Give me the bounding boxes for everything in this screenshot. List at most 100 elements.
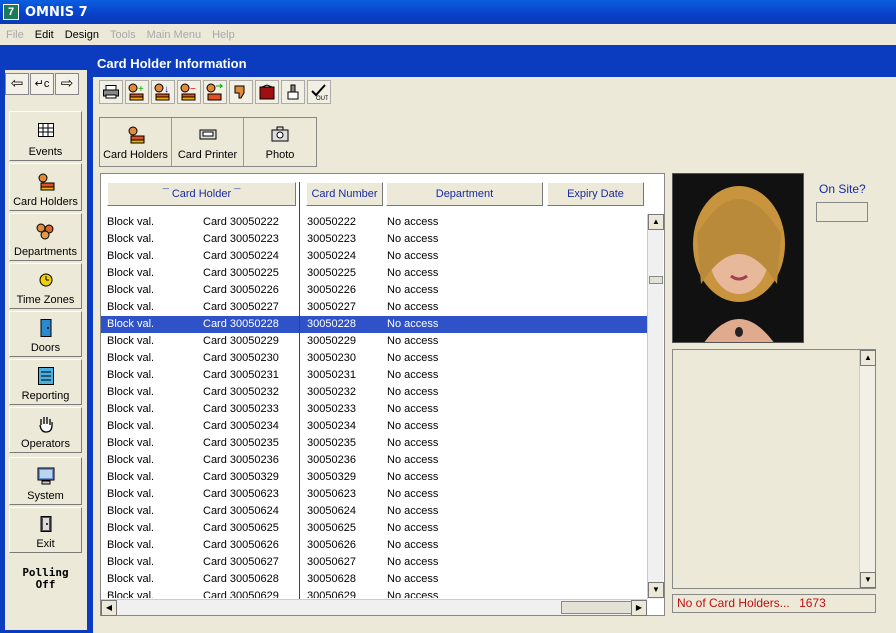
- table-row[interactable]: Block val. Card 30050223 30050223 No access: [101, 231, 649, 248]
- column-header-card-number[interactable]: Card Number: [306, 182, 383, 206]
- scroll-right-icon[interactable]: ▶: [631, 600, 647, 616]
- scroll-up-icon[interactable]: ▲: [648, 214, 664, 230]
- list-rows: Block val. Card 30050222 30050222 No access…: [101, 214, 649, 598]
- print-icon[interactable]: [99, 80, 123, 104]
- nav-button-doors[interactable]: Doors: [9, 311, 82, 357]
- h-scroll-thumb[interactable]: [561, 601, 633, 614]
- cell-holder: Card 30050229: [203, 335, 279, 347]
- vertical-scrollbar[interactable]: ▲ ▼: [647, 214, 664, 599]
- table-row[interactable]: Block val. Card 30050222 30050222 No access: [101, 214, 649, 231]
- nav-button-events[interactable]: Events: [9, 111, 82, 161]
- table-row[interactable]: Block val. Card 30050624 30050624 No access: [101, 503, 649, 520]
- cell-dept: No access: [387, 335, 439, 347]
- svg-text:+: +: [138, 84, 144, 95]
- cell-holder: Card 30050233: [203, 403, 279, 415]
- forward-arrow-icon[interactable]: ⇨: [55, 73, 79, 95]
- cell-holder: Card 30050623: [203, 488, 279, 500]
- nav-button-exit[interactable]: Exit: [9, 507, 82, 553]
- table-row[interactable]: Block val. Card 30050623 30050623 No access: [101, 486, 649, 503]
- notes-scroll-up-icon[interactable]: ▲: [860, 350, 876, 366]
- back-arrow-icon[interactable]: ⇦: [5, 73, 29, 95]
- tab-label-card-printer: Card Printer: [177, 149, 238, 161]
- table-row[interactable]: Block val. Card 30050224 30050224 No access: [101, 248, 649, 265]
- notes-scrollbar[interactable]: ▲ ▼: [859, 350, 876, 588]
- menu-edit[interactable]: Edit: [35, 29, 54, 41]
- tab-card-holders[interactable]: Card Holders: [100, 118, 172, 166]
- scroll-thumb[interactable]: [649, 276, 663, 284]
- transfer-card-icon[interactable]: [203, 80, 227, 104]
- brush-icon[interactable]: [281, 80, 305, 104]
- notes-area[interactable]: ▲ ▼: [672, 349, 876, 589]
- table-row[interactable]: Block val. Card 30050234 30050234 No access: [101, 418, 649, 435]
- tab-card-printer[interactable]: Card Printer: [172, 118, 244, 166]
- cell-dept: No access: [387, 386, 439, 398]
- cell-status: Block val.: [107, 216, 155, 228]
- card-holder-icon: [100, 126, 171, 147]
- cell-status: Block val.: [107, 471, 155, 483]
- card-holder-list: ¯ Card Holder ¯ Card Number Department E…: [100, 173, 665, 616]
- table-row[interactable]: Block val. Card 30050229 30050229 No access: [101, 333, 649, 350]
- nav-button-time-zones[interactable]: Time Zones: [9, 263, 82, 309]
- column-header-card-holder[interactable]: ¯ Card Holder ¯: [107, 182, 296, 206]
- menu-file[interactable]: File: [6, 29, 24, 41]
- menu-tools[interactable]: Tools: [110, 29, 136, 41]
- cell-dept: No access: [387, 284, 439, 296]
- nav-label-system: System: [27, 490, 64, 502]
- column-header-department[interactable]: Department: [386, 182, 543, 206]
- table-row[interactable]: Block val. Card 30050235 30050235 No access: [101, 435, 649, 452]
- table-row[interactable]: Block val. Card 30050329 30050329 No access: [101, 469, 649, 486]
- cell-holder: Card 30050627: [203, 556, 279, 568]
- add-card-icon[interactable]: +: [125, 80, 149, 104]
- nav-button-system[interactable]: System: [9, 457, 82, 505]
- cell-status: Block val.: [107, 352, 155, 364]
- table-row[interactable]: Block val. Card 30050226 30050226 No access: [101, 282, 649, 299]
- horizontal-scrollbar[interactable]: ◀ ▶: [101, 599, 647, 616]
- navigation-panel: ⇦ ↵c ⇨ Events Card Holders Departments T…: [0, 45, 90, 633]
- table-row[interactable]: Block val. Card 30050625 30050625 No access: [101, 520, 649, 537]
- table-row[interactable]: Block val. Card 30050236 30050236 No access: [101, 452, 649, 469]
- card-holder-icon: [10, 170, 81, 194]
- camera-icon: [244, 126, 316, 145]
- table-row[interactable]: Block val. Card 30050225 30050225 No access: [101, 265, 649, 282]
- table-row[interactable]: Block val. Card 30050232 30050232 No access: [101, 384, 649, 401]
- check-out-icon[interactable]: OUT: [307, 80, 331, 104]
- table-row[interactable]: Block val. Card 30050228 30050228 No access: [101, 316, 649, 333]
- table-row[interactable]: Block val. Card 30050230 30050230 No access: [101, 350, 649, 367]
- table-row[interactable]: Block val. Card 30050627 30050627 No access: [101, 554, 649, 571]
- insert-card-icon[interactable]: ↓: [151, 80, 175, 104]
- cell-number: 30050229: [307, 335, 356, 347]
- cell-holder: Card 30050236: [203, 454, 279, 466]
- table-row[interactable]: Block val. Card 30050231 30050231 No access: [101, 367, 649, 384]
- scroll-down-icon[interactable]: ▼: [648, 582, 664, 598]
- red-card-icon[interactable]: [255, 80, 279, 104]
- nav-button-card-holders[interactable]: Card Holders: [9, 163, 82, 211]
- table-row[interactable]: Block val. Card 30050629 30050629 No access: [101, 588, 649, 598]
- cell-dept: No access: [387, 573, 439, 585]
- thumbs-down-icon[interactable]: [229, 80, 253, 104]
- nav-button-reporting[interactable]: Reporting: [9, 359, 82, 405]
- cell-dept: No access: [387, 556, 439, 568]
- scroll-left-icon[interactable]: ◀: [101, 600, 117, 616]
- table-row[interactable]: Block val. Card 30050626 30050626 No access: [101, 537, 649, 554]
- card-printer-icon: [172, 126, 243, 145]
- remove-card-icon[interactable]: −: [177, 80, 201, 104]
- nav-button-departments[interactable]: Departments: [9, 213, 82, 261]
- menu-design[interactable]: Design: [65, 29, 99, 41]
- notes-scroll-down-icon[interactable]: ▼: [860, 572, 876, 588]
- nav-button-operators[interactable]: Operators: [9, 407, 82, 453]
- tab-bar: Card Holders Card Printer Photo: [99, 117, 317, 167]
- on-site-field[interactable]: [816, 202, 868, 222]
- return-icon[interactable]: ↵c: [30, 73, 54, 95]
- tab-photo[interactable]: Photo: [244, 118, 316, 166]
- cell-number: 30050624: [307, 505, 356, 517]
- menu-help[interactable]: Help: [212, 29, 235, 41]
- cell-status: Block val.: [107, 590, 155, 598]
- cell-dept: No access: [387, 318, 439, 330]
- column-header-expiry-date[interactable]: Expiry Date: [547, 182, 644, 206]
- menu-main-menu[interactable]: Main Menu: [147, 29, 201, 41]
- table-row[interactable]: Block val. Card 30050628 30050628 No access: [101, 571, 649, 588]
- table-row[interactable]: Block val. Card 30050233 30050233 No access: [101, 401, 649, 418]
- cell-dept: No access: [387, 539, 439, 551]
- cell-number: 30050236: [307, 454, 356, 466]
- table-row[interactable]: Block val. Card 30050227 30050227 No access: [101, 299, 649, 316]
